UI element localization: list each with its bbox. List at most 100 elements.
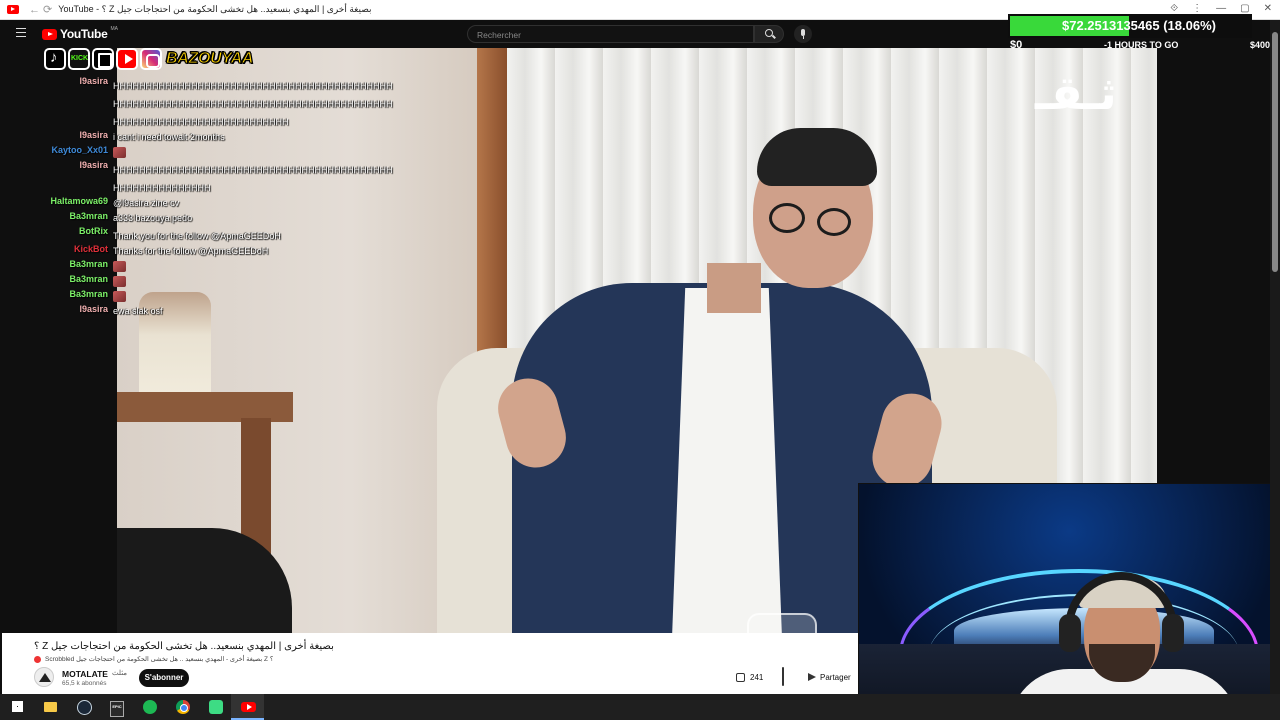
video-water-glass [747, 613, 817, 633]
share-label: Partager [820, 672, 851, 682]
donation-goal-min: $0 [1010, 39, 1023, 51]
steam-icon[interactable] [66, 694, 99, 720]
channel-name[interactable]: MOTALATE [62, 669, 108, 679]
minimize-icon[interactable]: — [1216, 3, 1226, 14]
channel-name-arabic: مثلث [112, 670, 128, 677]
chat-text: a333 bazouya pedo [113, 213, 193, 223]
instagram-icon [140, 48, 162, 70]
scrobble-text: Scrobbled بصيغة أخرى - المهدي بنسعيد .. … [45, 656, 274, 663]
chat-username: Ba3mran [69, 211, 108, 221]
dislike-button[interactable] [778, 667, 796, 686]
chat-username: Ba3mran [69, 274, 108, 284]
windows-start-icon[interactable] [0, 694, 33, 720]
chat-username: Haltamowa69 [50, 196, 108, 206]
extension-icon[interactable]: ⟐ [1170, 3, 1178, 14]
video-guest-neck [707, 263, 761, 313]
region-code: MA [110, 26, 118, 32]
scrobble-icon [34, 655, 41, 663]
chat-message: Ba3mran a333 bazouya pedo [0, 211, 280, 226]
thumbs-up-icon [736, 672, 745, 682]
donation-goal-bar: $72.2513135465 (18.06%) [1008, 14, 1252, 38]
chat-username: Kaytoo_Xx01 [51, 145, 108, 155]
chat-text: Thank you for the follow @ApmaGEEDoH [113, 231, 281, 241]
youtube-favicon-icon [7, 5, 19, 14]
browser-window-controls[interactable]: ⟐ ⋮ — ▢ ✕ [1170, 3, 1272, 14]
stream-chat-overlay: l9asira HHHHHHHHHHHHHHHHHHHHHHHHHHHHHHHHH… [0, 76, 392, 319]
kick-label: KICK [71, 55, 89, 62]
close-icon[interactable]: ✕ [1264, 3, 1272, 14]
chat-text [113, 274, 279, 288]
scrobble-status: Scrobbled بصيغة أخرى - المهدي بنسعيد .. … [34, 655, 273, 663]
browser-nav-controls[interactable]: ← ⟳ [29, 3, 52, 16]
share-arrow-icon [808, 673, 816, 681]
chat-emote-icon [113, 147, 126, 159]
donation-goal-time-left: -1 HOURS TO GO [1104, 40, 1179, 50]
like-button[interactable]: 241 [730, 668, 772, 686]
tiktok-icon [44, 48, 66, 70]
scrollbar-thumb[interactable] [1272, 32, 1278, 272]
video-info-panel: ؟ Z بصيغة أخرى | المهدي بنسعيد.. هل تخشى… [2, 633, 858, 694]
windows-taskbar [0, 694, 1280, 720]
chat-text: @l9asira zine cv [113, 198, 180, 208]
subscribe-button[interactable]: S'abonner [139, 669, 189, 687]
chat-text [113, 145, 279, 159]
chat-message: Ba3mran [0, 289, 280, 304]
chat-message: KickBot Thanks for the follow @ApmaGEEDoH [0, 244, 280, 259]
chat-emote-icon [113, 291, 126, 303]
search-input[interactable]: Rechercher [467, 25, 754, 43]
channel-watermark-logo: ثـقـ [1035, 66, 1117, 120]
game-app-icon[interactable] [198, 694, 231, 720]
menu-dots-icon[interactable]: ⋮ [1192, 3, 1202, 14]
donation-goal-amount: $72.2513135465 (18.06%) [1062, 18, 1216, 33]
browser-tab-title[interactable]: YouTube - ؟ Z بصيغة أخرى | المهدي بنسعيد… [58, 4, 371, 15]
youtube-app-icon[interactable] [231, 694, 264, 720]
chat-message: l9asira ewa slak osf [0, 304, 280, 319]
chat-emote-icon [113, 261, 126, 273]
share-button[interactable]: Partager [808, 668, 858, 686]
epic-games-icon[interactable] [99, 694, 132, 720]
voice-search-icon[interactable] [794, 25, 812, 43]
thumbs-down-icon [782, 667, 784, 686]
kick-icon: KICK [68, 48, 90, 70]
chat-message: Haltamowa69 @l9asira zine cv [0, 196, 280, 211]
chat-text: ewa slak osf [113, 306, 163, 316]
chat-username: BotRix [79, 226, 108, 236]
search-icon [765, 29, 773, 37]
channel-subscribers: 65,5 k abonnés [62, 680, 107, 687]
chat-username: l9asira [79, 160, 108, 170]
video-title: ؟ Z بصيغة أخرى | المهدي بنسعيد.. هل تخشى… [34, 641, 334, 652]
channel-avatar[interactable] [34, 667, 54, 687]
youtube-wordmark: YouTube [60, 27, 108, 41]
webcam-headset-ear-left [1059, 614, 1081, 652]
video-guest-shirt [672, 288, 782, 633]
chat-text [113, 289, 279, 303]
page-scrollbar[interactable] [1270, 20, 1280, 694]
video-guest-hair [757, 128, 877, 186]
youtube-play-icon [42, 28, 57, 40]
chat-username: l9asira [79, 304, 108, 314]
chat-username: KickBot [73, 244, 108, 254]
chat-message: Ba3mran [0, 274, 280, 289]
file-explorer-icon[interactable] [33, 694, 66, 720]
chrome-icon[interactable] [165, 694, 198, 720]
hamburger-menu-icon[interactable] [16, 28, 26, 37]
chat-username: Ba3mran [69, 259, 108, 269]
youtube-icon [116, 48, 138, 70]
chat-message: BotRix Thank you for the follow @ApmaGEED… [0, 226, 281, 244]
chat-message: l9asira i cant i need towait 2months [0, 130, 280, 145]
maximize-icon[interactable]: ▢ [1240, 3, 1249, 14]
chat-text: Thanks for the follow @ApmaGEEDoH [113, 246, 269, 256]
video-guest-glasses-left [769, 203, 805, 233]
spotify-icon[interactable] [132, 694, 165, 720]
search-button[interactable] [754, 25, 784, 43]
chat-emote-icon [113, 276, 126, 288]
twitch-icon [92, 48, 114, 70]
chat-text [113, 259, 279, 273]
youtube-logo[interactable]: YouTube MA [42, 26, 118, 41]
chat-username: Ba3mran [69, 289, 108, 299]
streamer-name: BAZOUYAA [165, 50, 254, 68]
like-count: 241 [750, 672, 764, 682]
chat-message: Kaytoo_Xx01 [0, 145, 280, 160]
chat-username: l9asira [79, 76, 108, 86]
streamer-webcam [858, 483, 1280, 720]
